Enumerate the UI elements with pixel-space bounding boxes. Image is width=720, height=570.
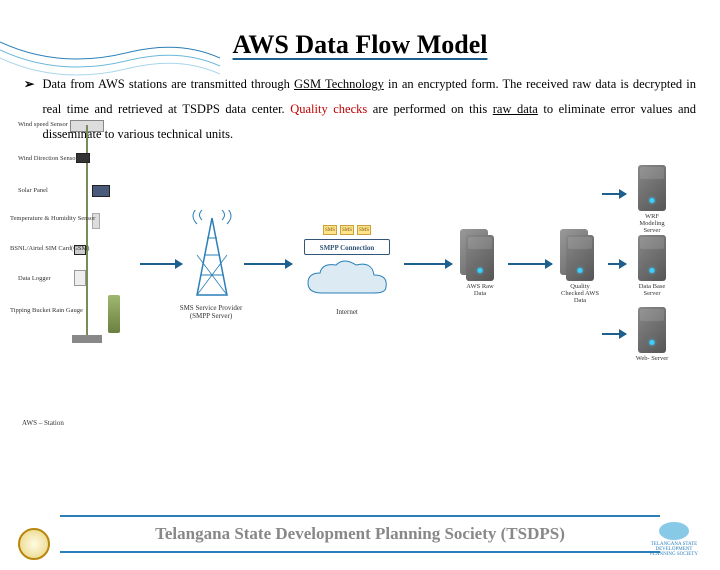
decorative-wave: [0, 30, 220, 100]
data-logger-label: Data Logger: [18, 275, 51, 282]
rain-gauge-label: Tipping Bucket Rain Gauge: [10, 307, 83, 314]
sim-card-label: BSNL/Airtel SIM Card(GSM): [10, 245, 89, 252]
aws-station: Wind speed Sensor Wind Direction Sensor …: [22, 125, 142, 385]
cloud-icon: [302, 259, 392, 301]
arrow-awsraw-to-qc: [508, 263, 552, 265]
internet-caption: Internet: [297, 308, 397, 316]
raw-data-term: raw data: [493, 102, 538, 116]
wrf-server: WRF Modeling Server: [632, 165, 672, 217]
sms-icon: SMS: [340, 225, 354, 235]
flow-diagram: Wind speed Sensor Wind Direction Sensor …: [12, 155, 708, 395]
arrow-internet-to-awsraw: [404, 263, 452, 265]
arrow-qc-to-web: [602, 333, 626, 335]
solar-panel-label: Solar Panel: [18, 187, 48, 194]
tower-caption: SMS Service Provider (SMPP Server): [171, 304, 251, 320]
wind-speed-label: Wind speed Sensor: [18, 121, 68, 128]
arrow-tower-to-internet: [244, 263, 292, 265]
footer-org-name: Telangana State Development Planning Soc…: [60, 520, 660, 548]
qc-server: Quality Checked AWS Data: [560, 235, 600, 287]
arrow-qc-to-db: [608, 263, 626, 265]
station-caption: AWS – Station: [22, 419, 64, 427]
gsm-tech-term: GSM Technology: [294, 77, 384, 91]
web-server: Web- Server: [632, 307, 672, 359]
wind-direction-label: Wind Direction Sensor: [18, 155, 78, 162]
arrow-qc-to-wrf: [602, 193, 626, 195]
internet-block: SMS SMS SMS SMPP Connection Internet: [297, 225, 397, 316]
quality-checks-term: Quality checks: [290, 102, 367, 116]
sms-icon: SMS: [357, 225, 371, 235]
state-seal-icon: [18, 528, 50, 560]
aws-raw-server: AWS Raw Data: [460, 235, 500, 287]
smpp-connection-label: SMPP Connection: [304, 239, 390, 255]
arrow-station-to-tower: [140, 263, 182, 265]
db-server: Data Base Server: [632, 235, 672, 287]
sms-icon: SMS: [323, 225, 337, 235]
temp-humidity-label: Temperature & Humidity Sensor: [10, 215, 95, 222]
cell-tower: SMS Service Provider (SMPP Server): [187, 210, 237, 320]
footer: Telangana State Development Planning Soc…: [60, 512, 660, 556]
